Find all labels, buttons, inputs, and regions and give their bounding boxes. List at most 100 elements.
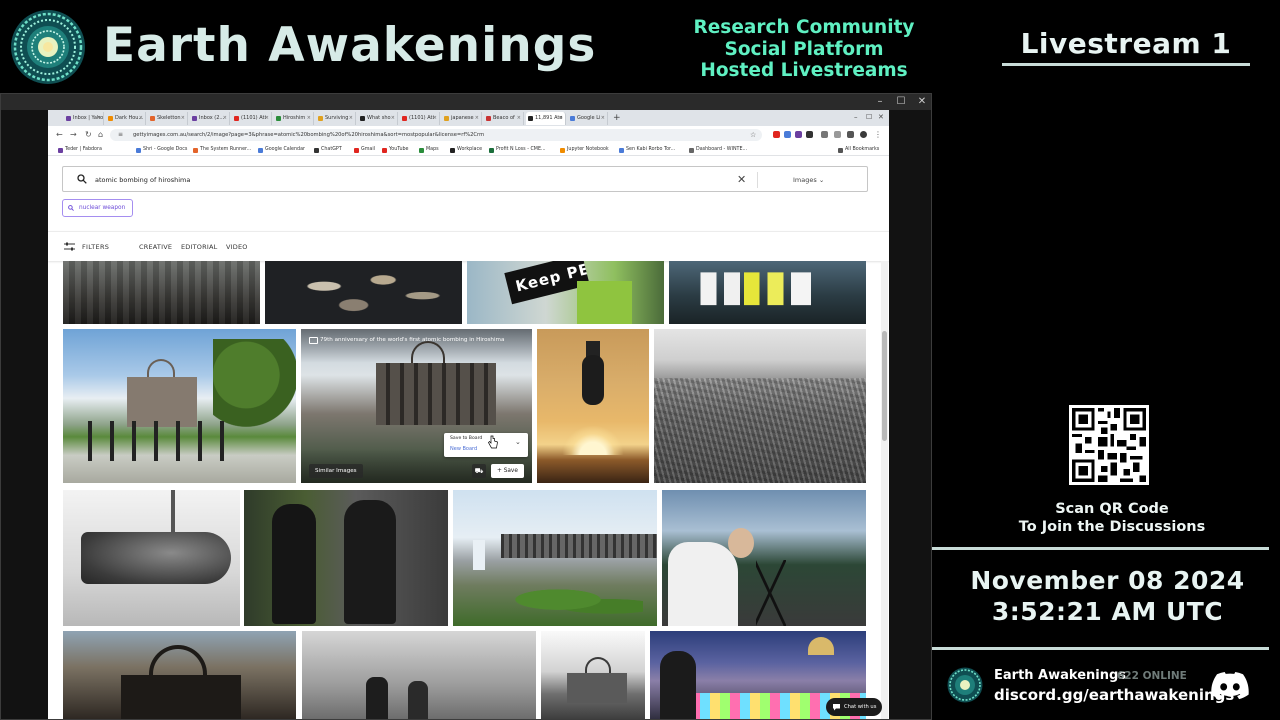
save-to-board-popup[interactable]: Save to Board New Board ⌄ — [444, 433, 528, 457]
new-board-link[interactable]: New Board — [450, 446, 477, 452]
maximize-button[interactable]: ☐ — [894, 95, 908, 109]
close-tab-icon[interactable]: × — [307, 112, 311, 125]
clear-search-icon[interactable]: ✕ — [737, 167, 746, 193]
result-image[interactable] — [63, 490, 240, 626]
browser-tab[interactable]: Inbox | Yaho × — [64, 112, 104, 125]
browser-tab[interactable]: Skeletton × — [148, 112, 188, 125]
browser-tab[interactable]: Dark Hou... × — [106, 112, 146, 125]
home-icon[interactable]: ⌂ — [98, 129, 103, 141]
browser-tab[interactable]: Hiroshim × — [274, 112, 314, 125]
bookmark-star-icon[interactable]: ☆ — [750, 129, 756, 141]
tab-editorial[interactable]: EDITORIAL — [181, 232, 217, 262]
browser-minimize-icon[interactable]: – — [854, 111, 858, 124]
close-tab-icon[interactable]: × — [433, 112, 437, 125]
media-type-dropdown[interactable]: Images ⌄ — [793, 167, 824, 193]
close-tab-icon[interactable]: × — [139, 112, 143, 125]
close-tab-icon[interactable]: × — [181, 112, 185, 125]
close-tab-icon[interactable]: × — [265, 112, 269, 125]
search-input[interactable]: atomic bombing of hiroshima — [95, 167, 190, 193]
new-tab-button[interactable]: + — [613, 112, 621, 124]
browser-tab[interactable]: (1101) Ati × — [232, 112, 272, 125]
result-image-hovered[interactable]: 79th anniversary of the world's first at… — [301, 329, 532, 483]
bookmark-item[interactable]: Maps — [419, 144, 439, 156]
result-image[interactable] — [537, 329, 649, 483]
downloads-icon[interactable] — [834, 131, 841, 138]
result-image[interactable]: Keep PEACE — [467, 261, 664, 324]
browser-tab[interactable]: Surviving × — [316, 112, 356, 125]
bookmark-item[interactable]: Dashboard - WINTE... — [689, 144, 747, 156]
extensions-puzzle-icon[interactable] — [821, 131, 828, 138]
result-image[interactable] — [453, 490, 657, 626]
filter-sliders-icon[interactable] — [64, 242, 75, 251]
close-tab-icon[interactable]: × — [517, 112, 521, 125]
search-bar[interactable]: atomic bombing of hiroshima ✕ Images ⌄ — [62, 166, 868, 192]
similar-images-button[interactable]: Similar Images — [309, 464, 363, 478]
browser-tab[interactable]: What sho × — [358, 112, 398, 125]
tab-creative[interactable]: CREATIVE — [139, 232, 172, 262]
browser-maximize-icon[interactable]: ☐ — [866, 111, 872, 124]
extension-icon[interactable] — [806, 131, 813, 138]
scrollbar-thumb[interactable] — [882, 331, 887, 441]
address-bar[interactable]: ≡ gettyimages.com.au/search/2/image?page… — [110, 129, 762, 141]
browser-tab-active[interactable]: 11,891 Ato × — [526, 112, 566, 125]
extension-icon[interactable] — [773, 131, 780, 138]
tab-favicon-icon — [444, 116, 449, 121]
close-tab-icon[interactable]: × — [601, 112, 605, 125]
bookmark-item[interactable]: The System Runner... — [193, 144, 251, 156]
bookmark-item[interactable]: Sen Kabi Rorbo Tor... — [619, 144, 675, 156]
close-tab-icon[interactable]: × — [391, 112, 395, 125]
result-image[interactable] — [63, 329, 296, 483]
bookmark-item[interactable]: Gmail — [354, 144, 375, 156]
bookmark-item[interactable]: Workplace — [450, 144, 482, 156]
filters-button[interactable]: FILTERS — [82, 232, 109, 262]
tab-label: (1101) Ati — [241, 115, 266, 121]
browser-tab[interactable]: Beaco of × — [484, 112, 524, 125]
result-image[interactable] — [244, 490, 448, 626]
result-image[interactable] — [302, 631, 536, 719]
side-panel-icon[interactable] — [847, 131, 854, 138]
browser-tab[interactable]: japanese × — [442, 112, 482, 125]
result-image[interactable] — [63, 631, 296, 719]
close-tab-icon[interactable]: × — [349, 112, 353, 125]
close-tab-icon[interactable]: × — [559, 112, 563, 125]
browser-tab[interactable]: (1101) Ati × — [400, 112, 440, 125]
extension-icon[interactable] — [784, 131, 791, 138]
extension-icon[interactable] — [795, 131, 802, 138]
chat-with-us-button[interactable]: Chat with us — [826, 698, 882, 716]
bookmark-item[interactable]: Teder | Fabdora — [58, 144, 102, 156]
reload-icon[interactable]: ↻ — [85, 129, 92, 141]
browser-tab[interactable]: Inbox (2... × — [190, 112, 230, 125]
close-tab-icon[interactable]: × — [475, 112, 479, 125]
bookmark-item[interactable]: Jupyter Notebook — [560, 144, 609, 156]
result-image[interactable] — [265, 261, 462, 324]
chevron-down-icon[interactable]: ⌄ — [515, 438, 521, 446]
bookmark-item[interactable]: Google Calendar — [258, 144, 305, 156]
result-image[interactable] — [662, 490, 866, 626]
profile-avatar[interactable] — [860, 131, 867, 138]
close-tab-icon[interactable]: × — [223, 112, 227, 125]
browser-close-icon[interactable]: ✕ — [878, 111, 884, 124]
bookmark-item[interactable]: ChatGPT — [314, 144, 342, 156]
bookmark-item[interactable]: Shri - Google Docs — [136, 144, 187, 156]
suggestion-chip[interactable]: nuclear weapon — [62, 199, 134, 217]
browser-menu-icon[interactable]: ⋮ — [874, 129, 882, 141]
bookmark-item[interactable]: Profit N Loss - CME... — [489, 144, 546, 156]
result-image[interactable] — [541, 631, 645, 719]
minimize-button[interactable]: – — [873, 95, 887, 109]
back-arrow-icon[interactable]: ← — [56, 129, 63, 141]
close-tab-icon[interactable]: × — [97, 112, 101, 125]
result-image[interactable] — [63, 261, 260, 324]
site-info-icon[interactable]: ≡ — [118, 129, 123, 141]
forward-arrow-icon[interactable]: → — [70, 129, 77, 141]
bookmark-item[interactable]: YouTube — [382, 144, 409, 156]
result-image[interactable] — [654, 329, 866, 483]
bookmark-favicon-icon — [354, 147, 359, 153]
save-button[interactable]: + Save — [491, 464, 524, 478]
result-image[interactable] — [669, 261, 866, 324]
browser-tab[interactable]: Google Li × — [568, 112, 608, 125]
cart-icon[interactable]: ⛟ — [472, 464, 486, 478]
page-scrollbar[interactable] — [881, 261, 888, 719]
all-bookmarks-item[interactable]: All Bookmarks — [838, 144, 879, 156]
tab-video[interactable]: VIDEO — [226, 232, 248, 262]
close-window-button[interactable]: ✕ — [915, 95, 929, 109]
